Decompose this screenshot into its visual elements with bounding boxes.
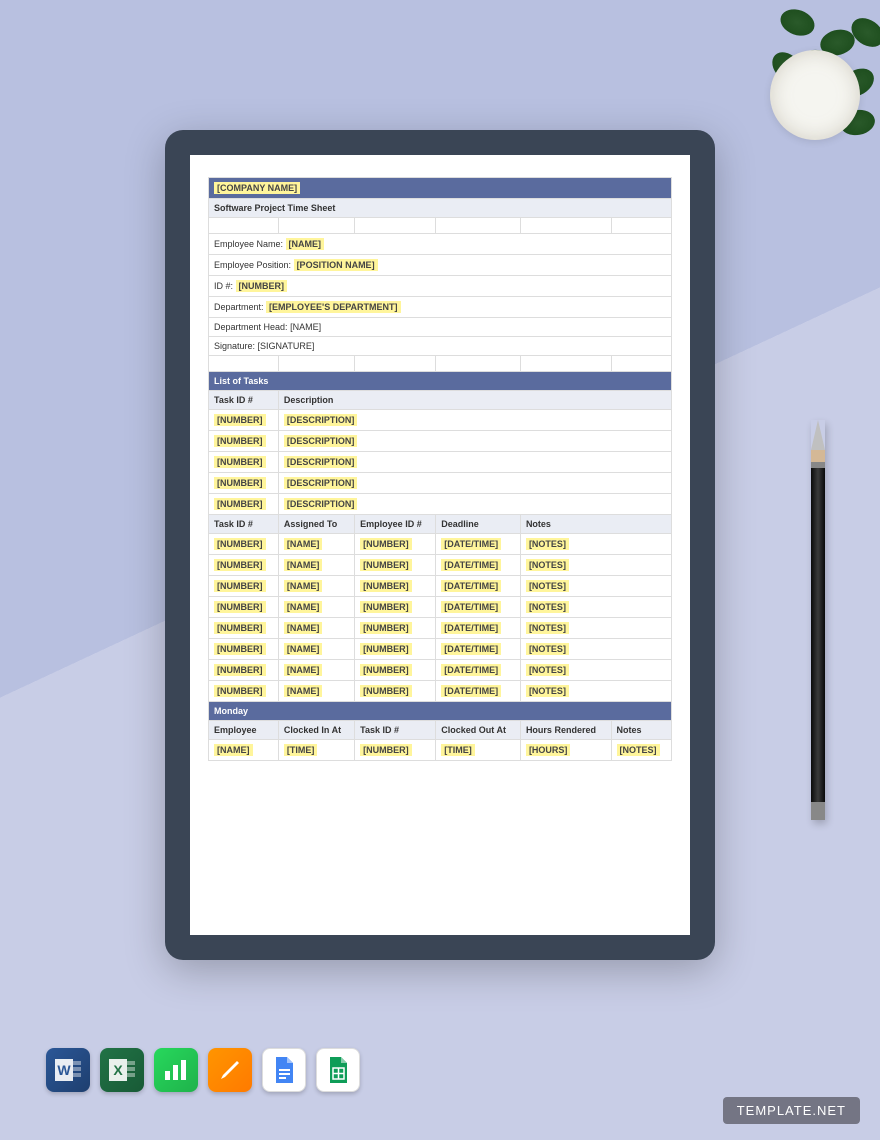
- day-row: [NAME] [TIME] [NUMBER] [TIME] [HOURS] [N…: [209, 740, 672, 761]
- app-icons-row: W X: [46, 1048, 360, 1092]
- field-employee-position: Employee Position: [POSITION NAME]: [209, 255, 672, 276]
- assign-row: [NUMBER][NAME][NUMBER][DATE/TIME][NOTES]: [209, 618, 672, 639]
- assign-row: [NUMBER][NAME][NUMBER][DATE/TIME][NOTES]: [209, 597, 672, 618]
- field-department-head: Department Head: [NAME]: [209, 318, 672, 337]
- field-department: Department: [EMPLOYEE'S DEPARTMENT]: [209, 297, 672, 318]
- pen-decor: [811, 420, 825, 820]
- task-row: [NUMBER][DESCRIPTION]: [209, 410, 672, 431]
- word-icon[interactable]: W: [46, 1048, 90, 1092]
- tasks-header: List of Tasks: [209, 372, 672, 391]
- pages-icon[interactable]: [208, 1048, 252, 1092]
- assign-row: [NUMBER][NAME][NUMBER][DATE/TIME][NOTES]: [209, 681, 672, 702]
- field-employee-name: Employee Name: [NAME]: [209, 234, 672, 255]
- brand-badge[interactable]: TEMPLATE.NET: [723, 1097, 860, 1124]
- timesheet-table: [COMPANY NAME] Software Project Time She…: [208, 177, 672, 761]
- excel-icon[interactable]: X: [100, 1048, 144, 1092]
- day-header: Monday: [209, 702, 672, 721]
- assign-row: [NUMBER][NAME][NUMBER][DATE/TIME][NOTES]: [209, 555, 672, 576]
- google-docs-icon[interactable]: [262, 1048, 306, 1092]
- assign-row: [NUMBER][NAME][NUMBER][DATE/TIME][NOTES]: [209, 660, 672, 681]
- plant-decor: [710, 0, 880, 170]
- clipboard: [COMPANY NAME] Software Project Time She…: [165, 130, 715, 960]
- task-row: [NUMBER][DESCRIPTION]: [209, 494, 672, 515]
- task-row: [NUMBER][DESCRIPTION]: [209, 473, 672, 494]
- field-signature: Signature: [SIGNATURE]: [209, 337, 672, 356]
- company-name-placeholder: [COMPANY NAME]: [214, 182, 300, 194]
- svg-text:W: W: [57, 1062, 71, 1078]
- google-sheets-icon[interactable]: [316, 1048, 360, 1092]
- task-row: [NUMBER][DESCRIPTION]: [209, 431, 672, 452]
- assign-row: [NUMBER][NAME][NUMBER][DATE/TIME][NOTES]: [209, 576, 672, 597]
- document-page: [COMPANY NAME] Software Project Time She…: [190, 155, 690, 935]
- task-row: [NUMBER][DESCRIPTION]: [209, 452, 672, 473]
- assign-row: [NUMBER][NAME][NUMBER][DATE/TIME][NOTES]: [209, 534, 672, 555]
- assign-row: [NUMBER][NAME][NUMBER][DATE/TIME][NOTES]: [209, 639, 672, 660]
- field-id-num: ID #: [NUMBER]: [209, 276, 672, 297]
- svg-text:X: X: [113, 1062, 123, 1078]
- doc-title: Software Project Time Sheet: [209, 199, 672, 218]
- numbers-icon[interactable]: [154, 1048, 198, 1092]
